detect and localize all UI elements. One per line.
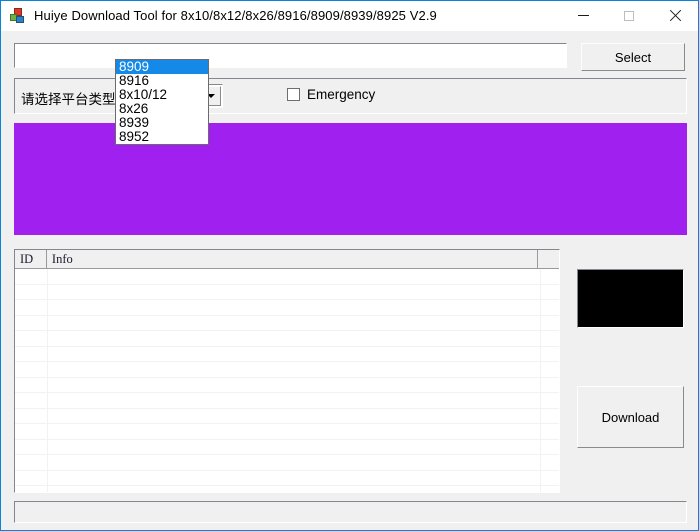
emergency-checkbox-box[interactable]: [287, 88, 300, 101]
table-row[interactable]: [15, 409, 559, 424]
preview-thumbnail[interactable]: [577, 269, 684, 328]
app-blocks-icon: [10, 8, 26, 24]
maximize-icon: [624, 10, 634, 21]
table-row[interactable]: [15, 300, 559, 316]
table-row[interactable]: [15, 331, 559, 347]
column-header-id[interactable]: ID: [15, 250, 47, 268]
select-button[interactable]: Select: [581, 43, 685, 71]
emergency-checkbox[interactable]: Emergency: [287, 87, 375, 102]
minimize-icon: [577, 15, 589, 16]
close-button[interactable]: [652, 1, 698, 30]
window-title: Huiye Download Tool for 8x10/8x12/8x26/8…: [34, 8, 437, 23]
status-bar: [14, 501, 687, 523]
column-header-filler: [538, 250, 559, 268]
platform-option-8916[interactable]: 8916: [116, 74, 208, 88]
table-row[interactable]: [15, 378, 559, 393]
client-area: Select 请选择平台类型： 8909 Emergency 890989168…: [1, 31, 698, 530]
platform-dropdown-list[interactable]: 8909 8916 8x10/12 8x26 8939 8952: [115, 59, 209, 145]
info-list-view[interactable]: ID Info: [14, 249, 560, 493]
info-list-header: ID Info: [15, 250, 559, 269]
table-row[interactable]: [15, 347, 559, 362]
table-row[interactable]: [15, 486, 559, 492]
table-row[interactable]: [15, 393, 559, 409]
platform-option-8x26[interactable]: 8x26: [116, 102, 208, 116]
download-button-label: Download: [601, 409, 660, 425]
select-button-label: Select: [614, 49, 652, 65]
table-row[interactable]: [15, 471, 559, 486]
platform-option-8x10-12[interactable]: 8x10/12: [116, 88, 208, 102]
close-icon: [669, 10, 681, 22]
table-row[interactable]: [15, 285, 559, 300]
platform-option-8952[interactable]: 8952: [116, 130, 208, 144]
info-list-body[interactable]: [15, 269, 559, 492]
platform-option-8909[interactable]: 8909: [116, 60, 208, 74]
minimize-button[interactable]: [560, 1, 606, 30]
table-row[interactable]: [15, 362, 559, 378]
file-path-input[interactable]: [14, 43, 567, 68]
title-bar: Huiye Download Tool for 8x10/8x12/8x26/8…: [1, 1, 698, 32]
maximize-button[interactable]: [606, 1, 652, 30]
table-row[interactable]: [15, 269, 559, 285]
table-row[interactable]: [15, 455, 559, 471]
table-row[interactable]: [15, 424, 559, 440]
download-button[interactable]: Download: [577, 386, 684, 448]
platform-option-8939[interactable]: 8939: [116, 116, 208, 130]
table-row[interactable]: [15, 440, 559, 455]
application-window: Huiye Download Tool for 8x10/8x12/8x26/8…: [0, 0, 699, 531]
column-header-info[interactable]: Info: [46, 250, 539, 268]
table-row[interactable]: [15, 316, 559, 331]
emergency-checkbox-label: Emergency: [307, 87, 376, 102]
platform-type-label: 请选择平台类型：: [21, 92, 129, 107]
